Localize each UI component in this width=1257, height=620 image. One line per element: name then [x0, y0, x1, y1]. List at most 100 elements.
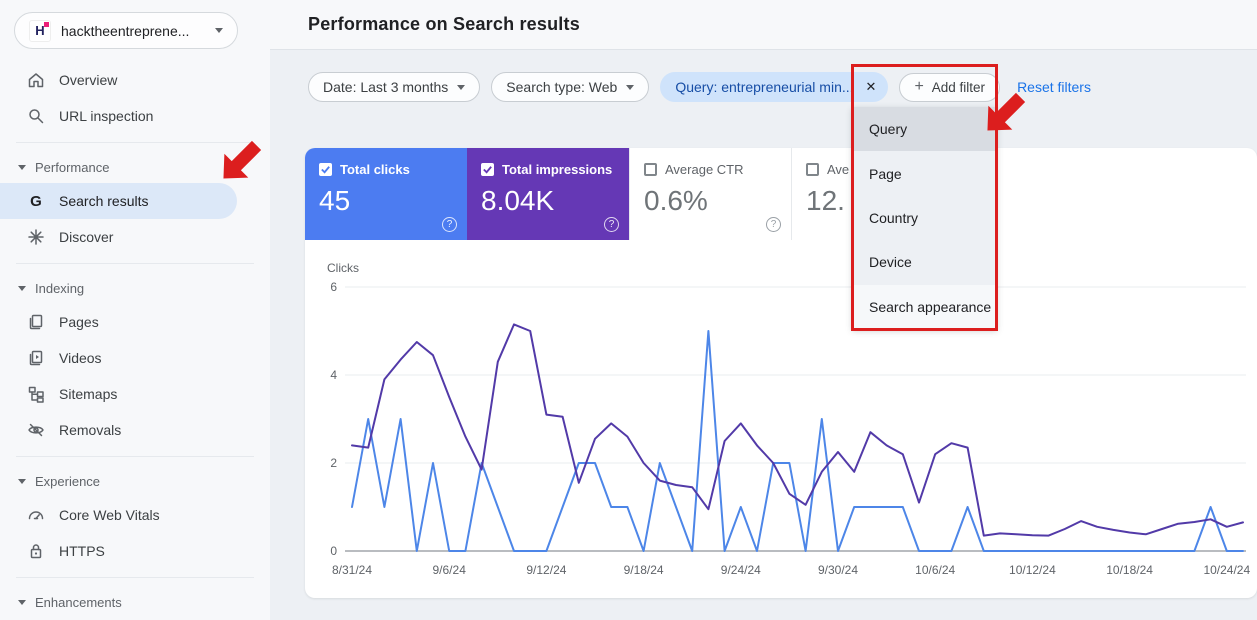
sidebar-section-indexing[interactable]: Indexing [0, 272, 270, 304]
add-filter-dropdown: Query Page Country Device Search appeara… [852, 107, 997, 330]
chevron-down-icon [18, 164, 26, 170]
sidebar-item-core-web-vitals[interactable]: Core Web Vitals [0, 497, 270, 533]
metric-label: Average CTR [665, 162, 744, 177]
sidebar-item-label: Pages [59, 314, 99, 330]
svg-text:9/30/24: 9/30/24 [818, 563, 858, 577]
svg-text:4: 4 [330, 368, 337, 382]
sidebar-divider [16, 577, 254, 578]
checkbox-unchecked-icon[interactable] [806, 163, 819, 176]
reset-filters-link[interactable]: Reset filters [1017, 79, 1091, 95]
sidebar-item-label: HTTPS [59, 543, 105, 559]
svg-text:9/6/24: 9/6/24 [433, 563, 467, 577]
section-label: Indexing [35, 280, 85, 296]
help-icon[interactable]: ? [604, 217, 619, 232]
sidebar-item-pages[interactable]: Pages [0, 304, 270, 340]
sidebar-item-discover[interactable]: Discover [0, 219, 270, 255]
sidebar-item-label: Overview [59, 72, 118, 88]
checkbox-checked-icon[interactable] [319, 163, 332, 176]
sidebar-item-overview[interactable]: Overview [0, 62, 270, 98]
sidebar-divider [16, 142, 254, 143]
help-icon[interactable]: ? [766, 217, 781, 232]
dropdown-item-search-appearance[interactable]: Search appearance [852, 284, 997, 330]
svg-text:10/18/24: 10/18/24 [1106, 563, 1153, 577]
metric-card-total-clicks[interactable]: Total clicks 45 ? [305, 148, 467, 240]
sidebar-section-experience[interactable]: Experience [0, 465, 270, 497]
section-label: Performance [35, 159, 110, 175]
lock-icon [30, 544, 42, 559]
svg-text:10/12/24: 10/12/24 [1009, 563, 1056, 577]
dropdown-item-query[interactable]: Query [852, 107, 997, 152]
section-label: Enhancements [35, 594, 122, 610]
metric-card-average-ctr[interactable]: Average CTR 0.6% ? [629, 148, 791, 240]
metric-card-total-impressions[interactable]: Total impressions 8.04K ? [467, 148, 629, 240]
sidebar-nav: Overview URL inspection Performance G Se… [0, 49, 270, 618]
main-content: Performance on Search results Date: Last… [270, 0, 1257, 620]
metric-label: Ave [827, 162, 850, 177]
property-logo-icon: H [29, 19, 51, 42]
sidebar-item-url-inspection[interactable]: URL inspection [0, 98, 270, 134]
dropdown-item-country[interactable]: Country [852, 196, 997, 240]
query-filter-label: Query: entrepreneurial min... [675, 79, 854, 95]
chevron-down-icon [18, 285, 26, 291]
metric-value: 45 [319, 185, 351, 216]
page-title: Performance on Search results [308, 14, 580, 34]
asterisk-icon [28, 229, 44, 245]
svg-text:9/12/24: 9/12/24 [526, 563, 566, 577]
page-header: Performance on Search results [270, 0, 1257, 50]
svg-text:6: 6 [330, 280, 337, 294]
checkbox-checked-icon[interactable] [481, 163, 494, 176]
search-icon [29, 109, 44, 124]
sidebar-item-label: Search results [59, 193, 149, 209]
sidebar-item-removals[interactable]: Removals [0, 412, 270, 448]
sidebar-section-performance[interactable]: Performance [0, 151, 270, 183]
svg-text:G: G [30, 193, 42, 210]
svg-text:10/24/24: 10/24/24 [1203, 563, 1250, 577]
chevron-down-icon [457, 84, 466, 90]
metric-value: 0.6% [644, 185, 708, 216]
metric-value: 8.04K [481, 185, 555, 216]
property-selector[interactable]: H hacktheentreprene... [14, 12, 238, 49]
add-filter-button[interactable]: + Add filter [899, 72, 1001, 102]
sidebar: H hacktheentreprene... Overview URL insp… [0, 0, 270, 620]
sitemaps-icon [28, 386, 44, 403]
sidebar-divider [16, 456, 254, 457]
help-icon[interactable]: ? [442, 217, 457, 232]
svg-text:Clicks: Clicks [327, 261, 359, 275]
svg-text:8/31/24: 8/31/24 [332, 563, 372, 577]
svg-text:2: 2 [330, 456, 337, 470]
metric-label: Total clicks [340, 162, 410, 177]
sidebar-section-enhancements[interactable]: Enhancements [0, 586, 270, 618]
search-type-filter-label: Search type: Web [506, 79, 618, 95]
sidebar-item-videos[interactable]: Videos [0, 340, 270, 376]
chevron-down-icon [215, 28, 223, 33]
sidebar-item-search-results[interactable]: G Search results [0, 183, 237, 219]
plus-icon: + [914, 78, 924, 95]
sidebar-item-label: URL inspection [59, 108, 154, 124]
section-label: Experience [35, 473, 101, 489]
eye-off-icon [28, 423, 44, 437]
sidebar-item-label: Videos [59, 350, 102, 366]
speedometer-icon [28, 511, 44, 520]
sidebar-item-https[interactable]: HTTPS [0, 533, 270, 569]
close-icon[interactable]: ✕ [866, 79, 877, 95]
date-filter-chip[interactable]: Date: Last 3 months [308, 72, 481, 102]
query-filter-chip[interactable]: Query: entrepreneurial min... ✕ [660, 72, 889, 102]
home-icon [28, 73, 44, 88]
add-filter-label: Add filter [931, 79, 986, 95]
search-type-filter-chip[interactable]: Search type: Web [491, 72, 650, 102]
svg-text:9/24/24: 9/24/24 [721, 563, 761, 577]
videos-icon [29, 350, 43, 366]
chevron-down-icon [626, 84, 635, 90]
chevron-down-icon [18, 478, 26, 484]
google-g-icon: G [30, 193, 42, 210]
date-filter-label: Date: Last 3 months [323, 79, 449, 95]
sidebar-item-sitemaps[interactable]: Sitemaps [0, 376, 270, 412]
filter-bar: Date: Last 3 months Search type: Web Que… [308, 72, 1257, 102]
dropdown-item-page[interactable]: Page [852, 151, 997, 195]
svg-text:0: 0 [330, 544, 337, 558]
checkbox-unchecked-icon[interactable] [644, 163, 657, 176]
svg-text:10/6/24: 10/6/24 [915, 563, 955, 577]
sidebar-item-label: Core Web Vitals [59, 507, 160, 523]
metric-cards: Total clicks 45 ? Total impressions 8.04… [305, 148, 1257, 240]
dropdown-item-device[interactable]: Device [852, 240, 997, 284]
